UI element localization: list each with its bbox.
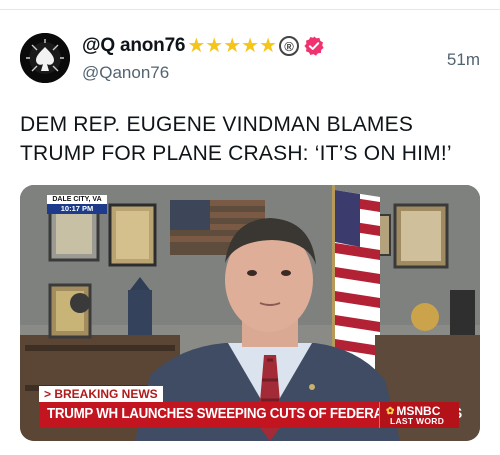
post-header: @Q anon76 ★ ★ ★ ★ ★ ® @Qanon76 51m [20, 30, 480, 90]
verified-badge-icon [304, 36, 324, 56]
rating-stars: ★ ★ ★ ★ ★ [187, 35, 277, 57]
network-bug: ✿ MSNBC LAST WORD [379, 402, 459, 428]
post-text: DEM REP. EUGENE VINDMAN BLAMES TRUMP FOR… [20, 110, 480, 168]
star-icon: ★ [223, 35, 242, 57]
post-text-line: TRUMP FOR PLANE CRASH: ‘IT’S ON HIM!’ [20, 142, 452, 165]
display-name-row: @Q anon76 ★ ★ ★ ★ ★ ® [82, 33, 325, 59]
post-text-line: DEM REP. EUGENE VINDMAN BLAMES [20, 113, 414, 136]
top-divider [0, 0, 500, 10]
peacock-icon: ✿ [386, 405, 395, 417]
star-icon: ★ [259, 35, 277, 57]
video-media[interactable]: DALE CITY, VA 10:17 PM > BREAKING NEWS T… [20, 185, 480, 441]
dateline-time: 10:17 PM [47, 204, 107, 214]
show-name: LAST WORD [390, 416, 445, 426]
registered-icon: ® [279, 36, 299, 56]
avatar-image [20, 33, 70, 83]
avatar[interactable] [20, 33, 70, 83]
lower-third-banner: TRUMP WH LAUNCHES SWEEPING CUTS OF FEDER… [39, 402, 462, 428]
post-timestamp[interactable]: 51m [447, 50, 480, 70]
dateline-city: DALE CITY, VA [47, 195, 107, 204]
star-icon: ★ [187, 35, 206, 57]
star-icon: ★ [241, 35, 260, 57]
user-handle[interactable]: @Qanon76 [82, 63, 169, 83]
breaking-news-label: > BREAKING NEWS [39, 386, 163, 402]
dateline: DALE CITY, VA 10:17 PM [47, 195, 107, 214]
display-name[interactable]: @Q anon76 [82, 35, 186, 57]
star-icon: ★ [205, 35, 224, 57]
